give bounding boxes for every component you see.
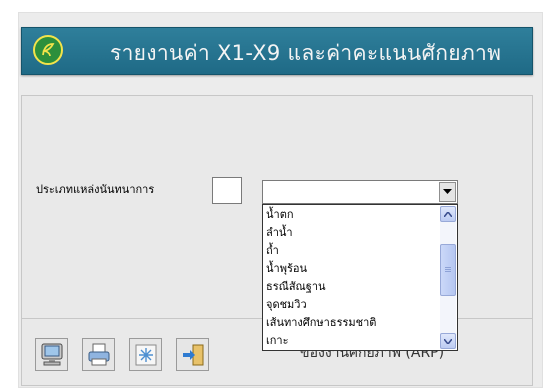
- scroll-up-button[interactable]: [440, 206, 456, 222]
- list-item[interactable]: น้ำตก: [266, 206, 438, 224]
- chevron-up-icon: [444, 211, 452, 217]
- list-item[interactable]: เกาะ: [266, 332, 438, 350]
- list-item[interactable]: เส้นทางศึกษาธรรมชาติ: [266, 314, 438, 332]
- dropdown-arrow-button[interactable]: [439, 182, 456, 202]
- page-title: รายงานค่า X1-X9 และค่าคะแนนศักยภาพ: [110, 41, 502, 65]
- exit-icon: [182, 344, 203, 365]
- list-item[interactable]: ธรณีสัณฐาน: [266, 278, 438, 296]
- list-item[interactable]: จุดชมวิว: [266, 296, 438, 314]
- exit-button[interactable]: [176, 338, 209, 371]
- recreation-type-select[interactable]: [262, 180, 458, 204]
- option-list: น้ำตก ลำน้ำ ถ้ำ น้ำพุร้อน ธรณีสัณฐาน จุด…: [266, 206, 438, 350]
- vertical-scrollbar[interactable]: [440, 206, 456, 349]
- refresh-icon: [135, 344, 156, 365]
- list-item[interactable]: น้ำพุร้อน: [266, 260, 438, 278]
- recreation-type-label: ประเภทแหล่งนันทนาการ: [36, 183, 155, 196]
- list-item[interactable]: ถ้ำ: [266, 242, 438, 260]
- logo-icon: [33, 35, 63, 65]
- scroll-thumb[interactable]: [440, 244, 456, 296]
- list-item[interactable]: ลำน้ำ: [266, 224, 438, 242]
- recreation-type-list[interactable]: น้ำตก ลำน้ำ ถ้ำ น้ำพุร้อน ธรณีสัณฐาน จุด…: [262, 204, 458, 351]
- report-header: รายงานค่า X1-X9 และค่าคะแนนศักยภาพ: [21, 27, 533, 75]
- printer-icon: [88, 343, 109, 365]
- print-button[interactable]: [82, 338, 115, 371]
- chevron-down-icon: [444, 338, 452, 344]
- chevron-down-icon: [443, 189, 452, 194]
- preview-button[interactable]: [35, 338, 68, 371]
- refresh-button[interactable]: [129, 338, 162, 371]
- scroll-down-button[interactable]: [440, 333, 456, 349]
- type-code-input[interactable]: [212, 177, 242, 204]
- monitor-icon: [41, 343, 62, 365]
